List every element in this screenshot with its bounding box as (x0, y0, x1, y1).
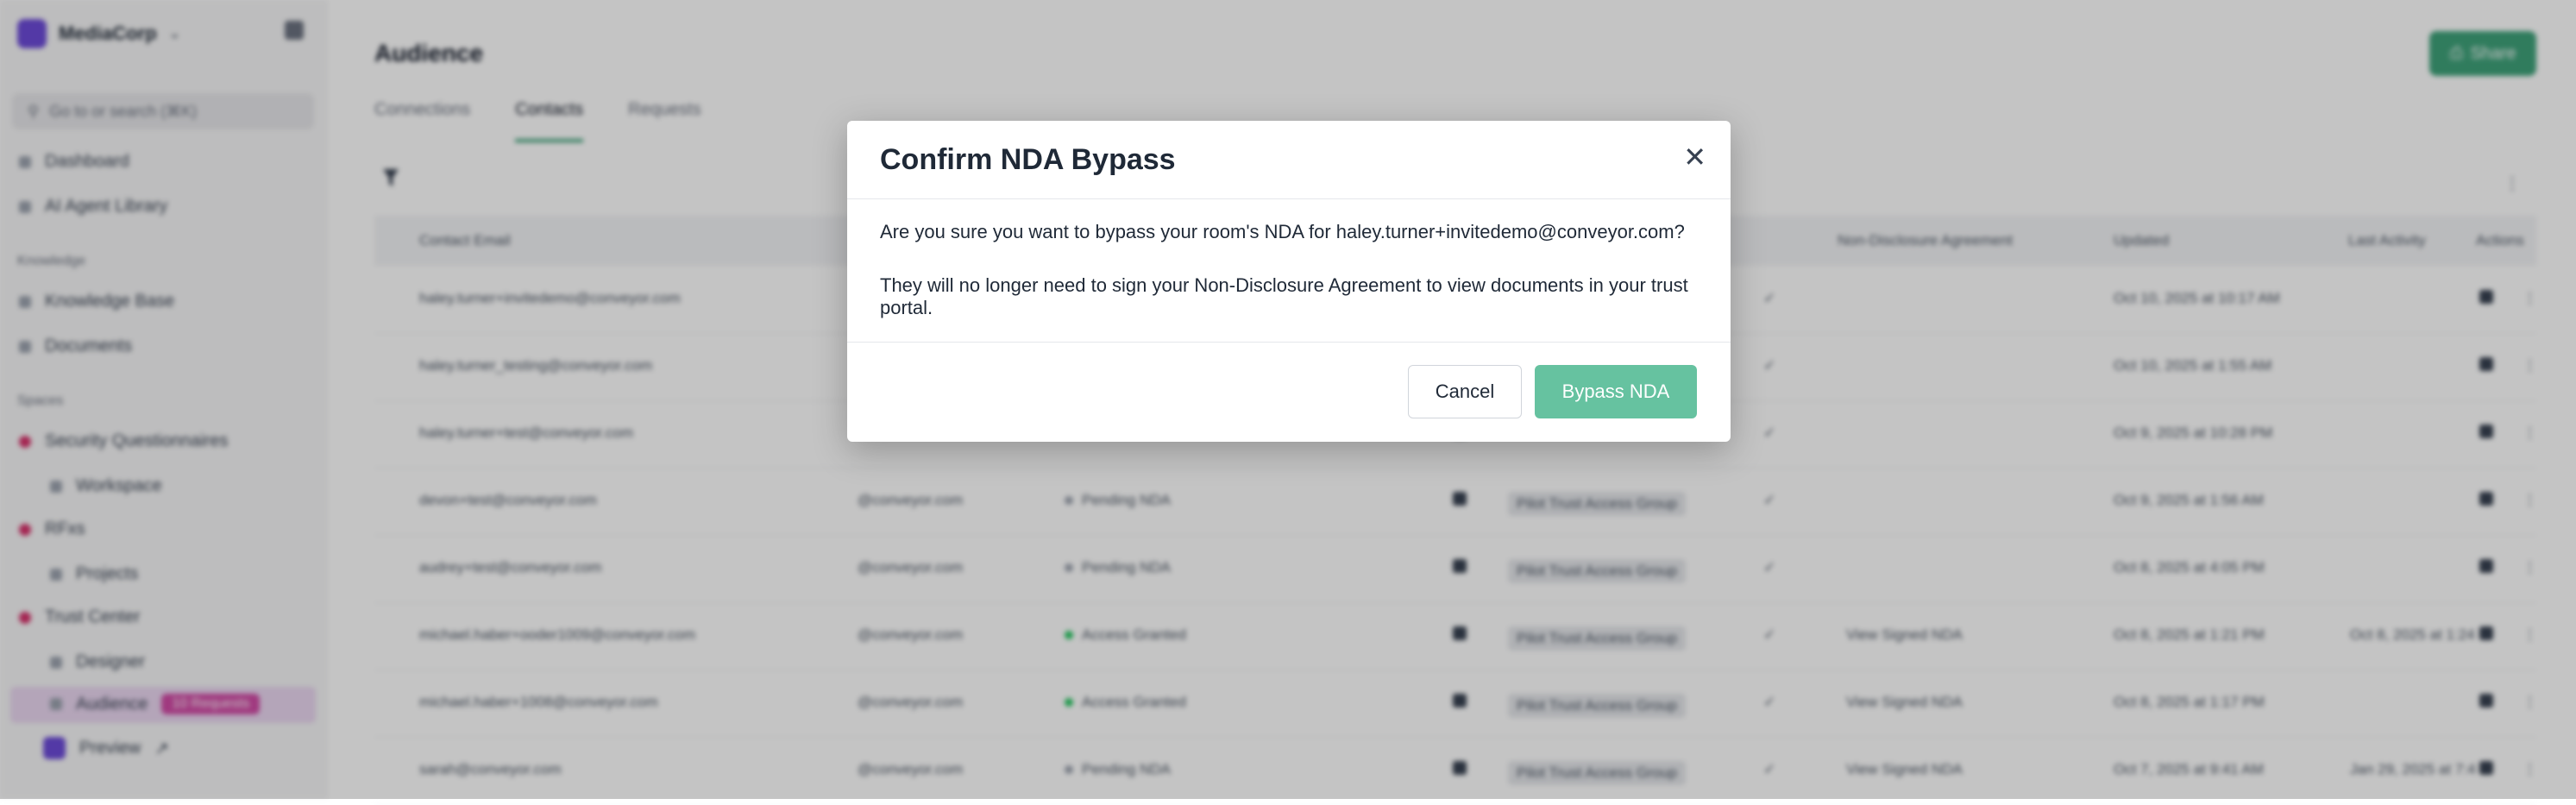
bypass-nda-button[interactable]: Bypass NDA (1535, 365, 1697, 418)
modal-title: Confirm NDA Bypass (880, 143, 1176, 176)
close-icon[interactable]: ✕ (1683, 143, 1706, 171)
modal-message: Are you sure you want to bypass your roo… (880, 221, 1685, 242)
modal-footer: Cancel Bypass NDA (847, 342, 1731, 443)
modal-body: Are you sure you want to bypass your roo… (880, 221, 1698, 350)
cancel-button[interactable]: Cancel (1408, 365, 1522, 418)
modal-header: Confirm NDA Bypass ✕ (847, 121, 1731, 199)
confirm-nda-bypass-dialog: Confirm NDA Bypass ✕ Are you sure you wa… (847, 121, 1731, 442)
modal-detail: They will no longer need to sign your No… (880, 274, 1688, 318)
